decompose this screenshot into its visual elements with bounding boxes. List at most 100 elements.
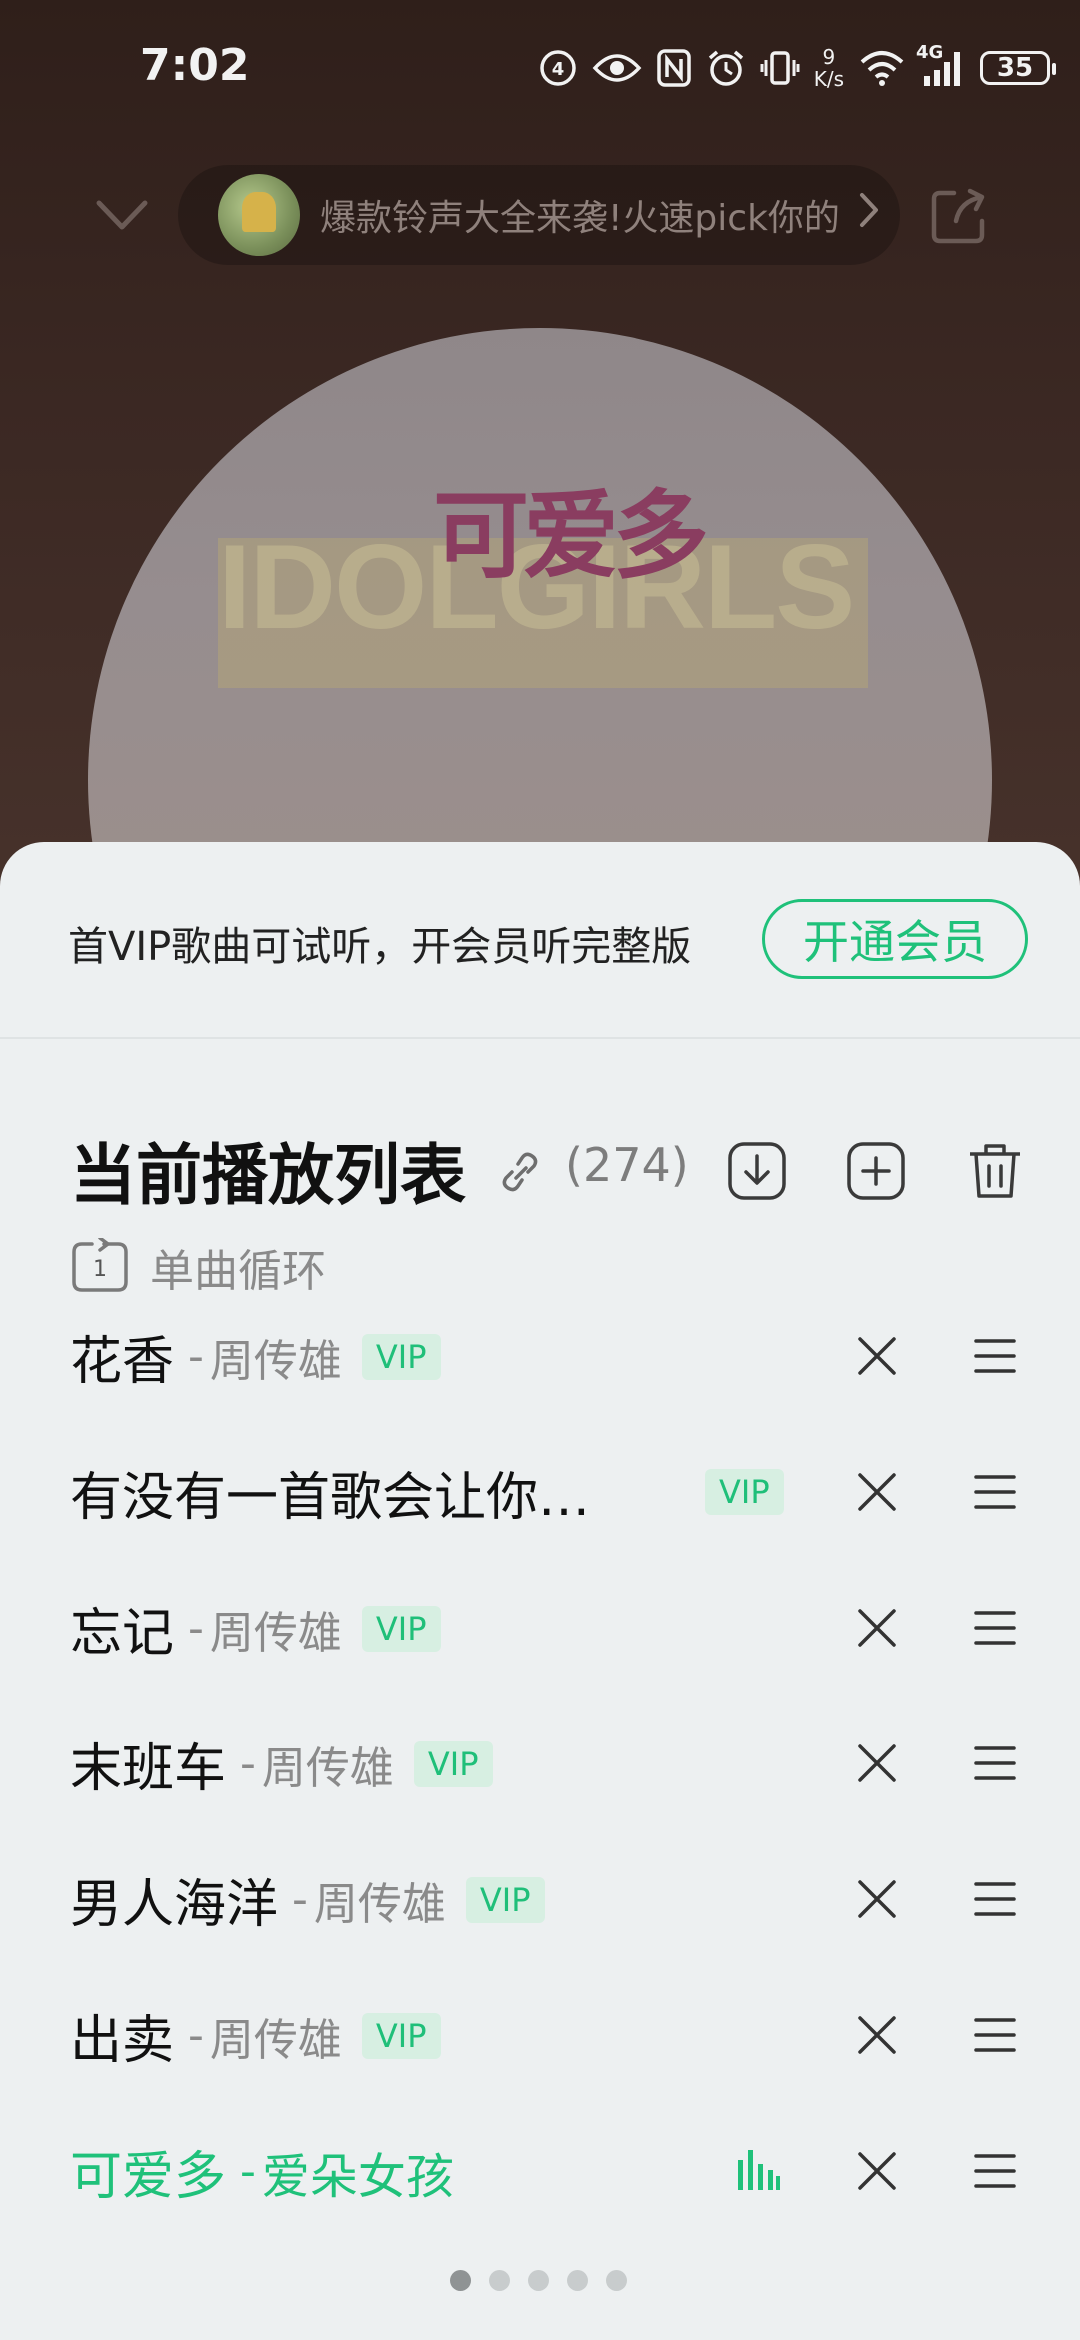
song-row[interactable]: 末班车 - 周传雄 VIP [0, 1696, 1080, 1831]
drag-handle-icon[interactable] [970, 1603, 1020, 1653]
playlist-title: 当前播放列表 [70, 1137, 466, 1214]
hd-voice-icon: 4 [538, 48, 578, 88]
song-title: 出卖 [70, 2011, 175, 2071]
song-title: 末班车 [70, 1739, 227, 1799]
remove-icon[interactable] [852, 2010, 902, 2060]
alarm-icon [706, 48, 746, 88]
playlist-count: (274) [565, 1138, 689, 1192]
signal-icon: 4G [916, 42, 966, 88]
song-title: 可爱多 [70, 2147, 227, 2207]
vip-tag: VIP [413, 1740, 493, 1787]
nfc-icon [656, 48, 692, 88]
playlist-sheet: 首VIP歌曲可试听，开会员听完整版 开通会员 当前播放列表 (274) 1 单曲… [0, 842, 1080, 2340]
song-artist: 爱朵女孩 [261, 2148, 454, 2205]
play-mode-toggle[interactable]: 1 单曲循环 [70, 1237, 326, 1297]
song-row[interactable]: 出卖 - 周传雄 VIP [0, 1968, 1080, 2103]
song-separator: - [188, 1331, 204, 1382]
song-separator: - [188, 1603, 204, 1654]
page-indicator [450, 2270, 627, 2291]
remove-icon[interactable] [852, 1467, 902, 1517]
add-icon[interactable] [845, 1140, 907, 1202]
song-separator: - [240, 1738, 256, 1789]
song-title: 忘记 [70, 1604, 175, 1664]
song-row[interactable]: 男人海洋 - 周传雄 VIP [0, 1832, 1080, 1967]
song-title: 花香 [70, 1332, 175, 1392]
drag-handle-icon[interactable] [970, 1738, 1020, 1788]
song-info: 出卖 - 周传雄 VIP [70, 1968, 441, 2103]
song-info: 忘记 - 周传雄 VIP [70, 1561, 441, 1696]
battery-icon: 35 [980, 51, 1056, 85]
song-separator: - [292, 1874, 308, 1925]
status-icons: 4 9 K/s 4G 35 [538, 42, 1056, 92]
net-speed-unit: K/s [813, 67, 844, 91]
promo-text: 爆款铃声大全来袭!火速pick你的 [320, 198, 840, 239]
vip-tag: VIP [361, 1333, 441, 1380]
share-icon[interactable] [928, 187, 988, 247]
song-info: 花香 - 周传雄 VIP [70, 1289, 441, 1424]
player-top-bar: 爆款铃声大全来袭!火速pick你的 [0, 165, 1080, 265]
page-dot[interactable] [450, 2270, 471, 2291]
song-row-playing[interactable]: 可爱多 - 爱朵女孩 [0, 2104, 1080, 2239]
wifi-icon [858, 48, 906, 88]
song-title: 有没有一首歌会让你… [70, 1468, 591, 1528]
drag-handle-icon[interactable] [970, 2010, 1020, 2060]
svg-text:4: 4 [551, 59, 564, 80]
vip-tag: VIP [361, 1605, 441, 1652]
vip-tag: VIP [705, 1469, 784, 1515]
song-artist: 周传雄 [209, 1607, 342, 1659]
player-backdrop: 7:02 4 9 K/s 4G 35 爆款铃声大全来袭!火速pick你的 IDO… [0, 0, 1080, 1232]
page-dot[interactable] [606, 2270, 627, 2291]
repeat-one-icon: 1 [72, 1238, 128, 1292]
chevron-down-icon[interactable] [95, 195, 149, 235]
song-artist: 周传雄 [261, 1742, 394, 1794]
remove-icon[interactable] [852, 1738, 902, 1788]
battery-level: 35 [996, 53, 1034, 83]
remove-icon[interactable] [852, 2146, 902, 2196]
song-info: 男人海洋 - 周传雄 VIP [70, 1832, 545, 1967]
remove-icon[interactable] [852, 1874, 902, 1924]
status-bar: 7:02 4 9 K/s 4G 35 [0, 0, 1080, 140]
remove-icon[interactable] [852, 1603, 902, 1653]
song-row[interactable]: 有没有一首歌会让你… VIP [0, 1425, 1080, 1560]
vip-banner: 首VIP歌曲可试听，开会员听完整版 开通会员 [0, 842, 1080, 1037]
net-speed: 9 K/s [814, 46, 844, 90]
song-info: 可爱多 - 爱朵女孩 [70, 2104, 454, 2239]
vip-message: 首VIP歌曲可试听，开会员听完整版 [68, 924, 692, 970]
song-row[interactable]: 忘记 - 周传雄 VIP [0, 1561, 1080, 1696]
song-info: 有没有一首歌会让你… [70, 1425, 590, 1560]
drag-handle-icon[interactable] [970, 1874, 1020, 1924]
divider [0, 1037, 1080, 1039]
song-info: 末班车 - 周传雄 VIP [70, 1696, 493, 1831]
song-separator: - [240, 2146, 256, 2197]
download-icon[interactable] [726, 1140, 788, 1202]
status-time: 7:02 [140, 40, 250, 91]
playlist-header: 当前播放列表 (274) [0, 1112, 1080, 1214]
chevron-right-icon [858, 191, 880, 239]
song-artist: 周传雄 [209, 2014, 342, 2066]
vip-tag: VIP [465, 1876, 545, 1923]
page-dot[interactable] [567, 2270, 588, 2291]
promo-banner[interactable]: 爆款铃声大全来袭!火速pick你的 [178, 165, 900, 265]
remove-icon[interactable] [852, 1331, 902, 1381]
eye-icon [592, 48, 642, 88]
page-dot[interactable] [528, 2270, 549, 2291]
trash-icon[interactable] [964, 1140, 1026, 1202]
song-title: 男人海洋 [70, 1875, 279, 1935]
drag-handle-icon[interactable] [970, 2146, 1020, 2196]
page-dot[interactable] [489, 2270, 510, 2291]
song-artist: 周传雄 [209, 1335, 342, 1387]
drag-handle-icon[interactable] [970, 1331, 1020, 1381]
promo-avatar [218, 174, 300, 256]
open-vip-button[interactable]: 开通会员 [762, 899, 1028, 979]
link-icon[interactable] [498, 1150, 542, 1194]
drag-handle-icon[interactable] [970, 1467, 1020, 1517]
net-speed-value: 9 [822, 45, 836, 69]
cover-title-art: 可爱多 [433, 479, 709, 592]
network-type: 4G [916, 42, 944, 63]
song-row[interactable]: 花香 - 周传雄 VIP [0, 1289, 1080, 1424]
vibrate-icon [760, 48, 800, 88]
vip-tag: VIP [361, 2012, 441, 2059]
song-separator: - [188, 2010, 204, 2061]
svg-text:1: 1 [93, 1257, 107, 1282]
song-artist: 周传雄 [313, 1878, 446, 1930]
